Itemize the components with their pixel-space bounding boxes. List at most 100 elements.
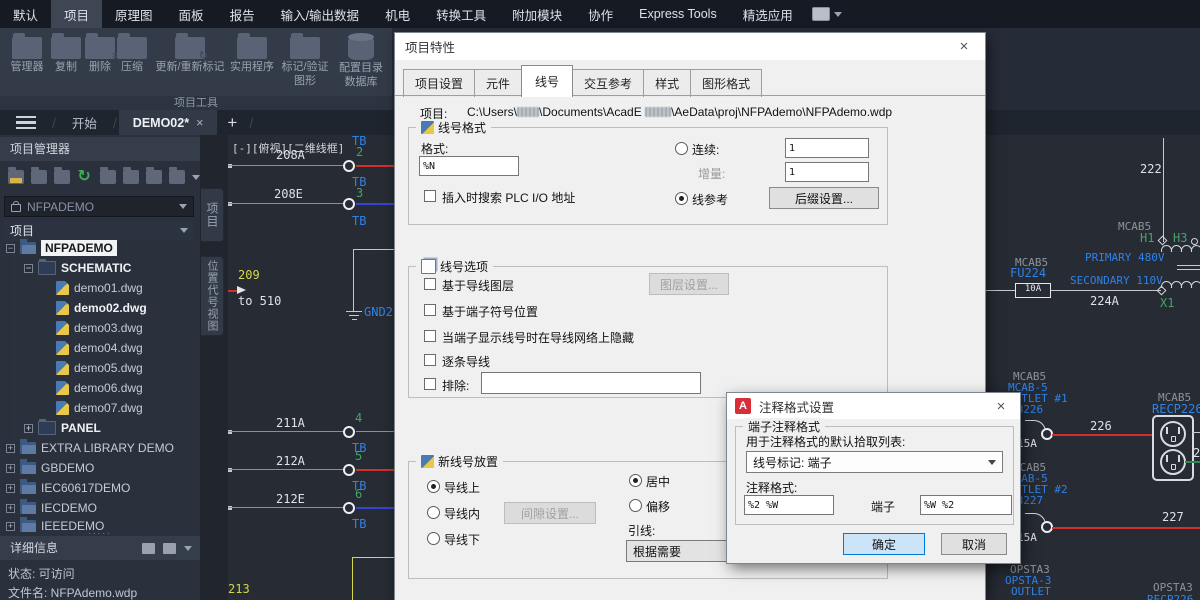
tab-drawing-format[interactable]: 图形格式 xyxy=(690,69,762,97)
plc-search-checkbox[interactable] xyxy=(424,190,436,202)
tab-start[interactable]: 开始 xyxy=(58,110,111,135)
tab-project-settings[interactable]: 项目设置 xyxy=(403,69,475,97)
ok-button[interactable]: 确定 xyxy=(843,533,925,555)
format-input[interactable] xyxy=(419,156,519,176)
ribbon-tab-conversion[interactable]: 转换工具 xyxy=(423,0,499,28)
new-tab-button[interactable]: + xyxy=(217,113,247,133)
tab-wire-numbers[interactable]: 线号 xyxy=(521,65,573,97)
tree-item-demo02[interactable]: demo02.dwg xyxy=(56,299,147,317)
close-icon[interactable]: × xyxy=(990,398,1012,415)
side-tab-project[interactable]: 项目 xyxy=(201,188,224,242)
tree-item-extra-library-demo[interactable]: + EXTRA LIBRARY DEMO xyxy=(6,439,174,457)
ribbon-group-label[interactable]: 项目工具 xyxy=(0,96,392,110)
copy-drawing-icon[interactable] xyxy=(146,170,162,184)
exclude-input[interactable] xyxy=(481,372,701,394)
suffix-setup-button[interactable]: 后缀设置... xyxy=(769,187,879,209)
tree-item-project-root[interactable]: − NFPADEMO xyxy=(6,239,117,257)
per-wire-checkbox[interactable] xyxy=(424,354,436,366)
drawing-list-icon[interactable] xyxy=(100,170,116,184)
ribbon-display-toggle-button[interactable] xyxy=(812,7,842,21)
dwg-file-icon xyxy=(56,401,69,415)
copy-project-button[interactable]: 复制 xyxy=(50,32,82,73)
dialog-title-bar[interactable]: A 注释格式设置 × xyxy=(727,393,1020,419)
project-manager-header[interactable]: 项目管理器 xyxy=(0,137,200,161)
dialog-title-bar[interactable]: 项目特性 × xyxy=(395,33,985,60)
opsta3-outlet-label: OUTLET xyxy=(1011,586,1051,598)
tab-styles[interactable]: 样式 xyxy=(643,69,691,97)
ribbon-tab-collaborate[interactable]: 协作 xyxy=(575,0,626,28)
active-project-dropdown[interactable]: NFPADEMO xyxy=(4,196,194,217)
project-wizard-icon[interactable] xyxy=(54,170,70,184)
increment-input[interactable] xyxy=(785,162,869,182)
catalog-database-button[interactable]: 配置目录 数据库 xyxy=(334,32,388,88)
close-icon[interactable]: × xyxy=(953,38,975,55)
receptacle-tag-bottom: RECP226 xyxy=(1147,594,1193,600)
chevron-down-icon xyxy=(988,460,996,465)
snapshot-icon[interactable] xyxy=(123,170,139,184)
open-project-icon[interactable] xyxy=(8,170,24,184)
update-retag-button[interactable]: ↻ 更新/重新标记 xyxy=(150,32,230,73)
zip-project-button[interactable]: 压缩 xyxy=(116,32,148,73)
terminal-circle xyxy=(343,426,355,438)
side-tab-location-view[interactable]: 位置代号视图 xyxy=(201,256,224,336)
tree-item-panel-folder[interactable]: + PANEL xyxy=(24,419,101,437)
ribbon-tab-project[interactable]: 项目 xyxy=(51,0,102,28)
annotation-format-input[interactable] xyxy=(744,495,834,515)
sequential-radio[interactable] xyxy=(675,142,688,155)
publish-icon[interactable] xyxy=(169,170,185,184)
tree-item-iecdemo[interactable]: + IECDEMO xyxy=(6,499,97,517)
tree-item-demo05[interactable]: demo05.dwg xyxy=(56,359,143,377)
delete-project-button[interactable]: × 删除 xyxy=(84,32,116,73)
wire-layer-checkbox[interactable] xyxy=(424,278,436,290)
tree-filter-dropdown[interactable]: 项目 xyxy=(4,220,194,241)
tree-item-demo03[interactable]: demo03.dwg xyxy=(56,319,143,337)
hide-on-network-checkbox[interactable] xyxy=(424,330,436,342)
tree-item-gbdemo[interactable]: + GBDEMO xyxy=(6,459,94,477)
ribbon-tab-featured-apps[interactable]: 精选应用 xyxy=(730,0,806,28)
project-manager-button[interactable]: 管理器 xyxy=(6,32,48,73)
pick-list-dropdown[interactable]: 线号标记: 端子 xyxy=(746,451,1003,473)
tab-demo02[interactable]: DEMO02* × xyxy=(119,110,218,135)
sequential-start-input[interactable] xyxy=(785,138,869,158)
tree-item-demo07[interactable]: demo07.dwg xyxy=(56,399,143,417)
wire-segment-yellow xyxy=(353,249,395,250)
tree-item-demo06[interactable]: demo06.dwg xyxy=(56,379,143,397)
details-toggle-icon[interactable] xyxy=(163,543,176,554)
above-wire-radio[interactable] xyxy=(427,480,440,493)
terminal-format-input[interactable] xyxy=(920,495,1012,515)
ribbon-tab-panel[interactable]: 面板 xyxy=(166,0,217,28)
ribbon-tab-io-data[interactable]: 输入/输出数据 xyxy=(268,0,372,28)
tree-item-schematic[interactable]: − SCHEMATIC xyxy=(24,259,131,277)
line-reference-radio[interactable] xyxy=(675,192,688,205)
tab-components[interactable]: 元件 xyxy=(474,69,522,97)
tree-item-iec60617demo[interactable]: + IEC60617DEMO xyxy=(6,479,130,497)
utilities-button[interactable]: 实用程序 xyxy=(228,32,276,73)
chevron-down-icon[interactable] xyxy=(184,546,192,551)
preview-toggle-icon[interactable] xyxy=(142,543,155,554)
tree-item-demo04[interactable]: demo04.dwg xyxy=(56,339,143,357)
details-header: 详细信息 xyxy=(0,536,200,560)
centered-radio[interactable] xyxy=(629,474,642,487)
exclude-checkbox[interactable] xyxy=(424,378,436,390)
refresh-icon[interactable]: ↻ xyxy=(77,170,92,184)
ribbon-tab-express-tools[interactable]: Express Tools xyxy=(626,0,730,28)
offset-radio[interactable] xyxy=(629,499,642,512)
hamburger-menu-icon[interactable] xyxy=(16,113,36,133)
wire-number-224a: 224A xyxy=(1090,295,1119,307)
ribbon-tab-default[interactable]: 默认 xyxy=(0,0,51,28)
ribbon-tab-electromech[interactable]: 机电 xyxy=(372,0,423,28)
drawing-canvas-left[interactable]: [-][俯视][二维线框] 208A TB 2 TB 3 208E TB GND… xyxy=(228,135,395,600)
ribbon-tab-reports[interactable]: 报告 xyxy=(217,0,268,28)
ribbon-tab-schematic[interactable]: 原理图 xyxy=(102,0,166,28)
toolbar-overflow-icon[interactable] xyxy=(192,175,200,180)
ribbon-tab-addins[interactable]: 附加模块 xyxy=(499,0,575,28)
mark-verify-button[interactable]: 标记/验证 图形 xyxy=(276,32,334,87)
cancel-button[interactable]: 取消 xyxy=(941,533,1007,555)
terminal-position-checkbox[interactable] xyxy=(424,304,436,316)
below-wire-radio[interactable] xyxy=(427,532,440,545)
tree-item-demo01[interactable]: demo01.dwg xyxy=(56,279,143,297)
tab-cross-references[interactable]: 交互参考 xyxy=(572,69,644,97)
inline-wire-radio[interactable] xyxy=(427,506,440,519)
new-project-icon[interactable] xyxy=(31,170,47,184)
close-tab-icon[interactable]: × xyxy=(196,116,203,130)
